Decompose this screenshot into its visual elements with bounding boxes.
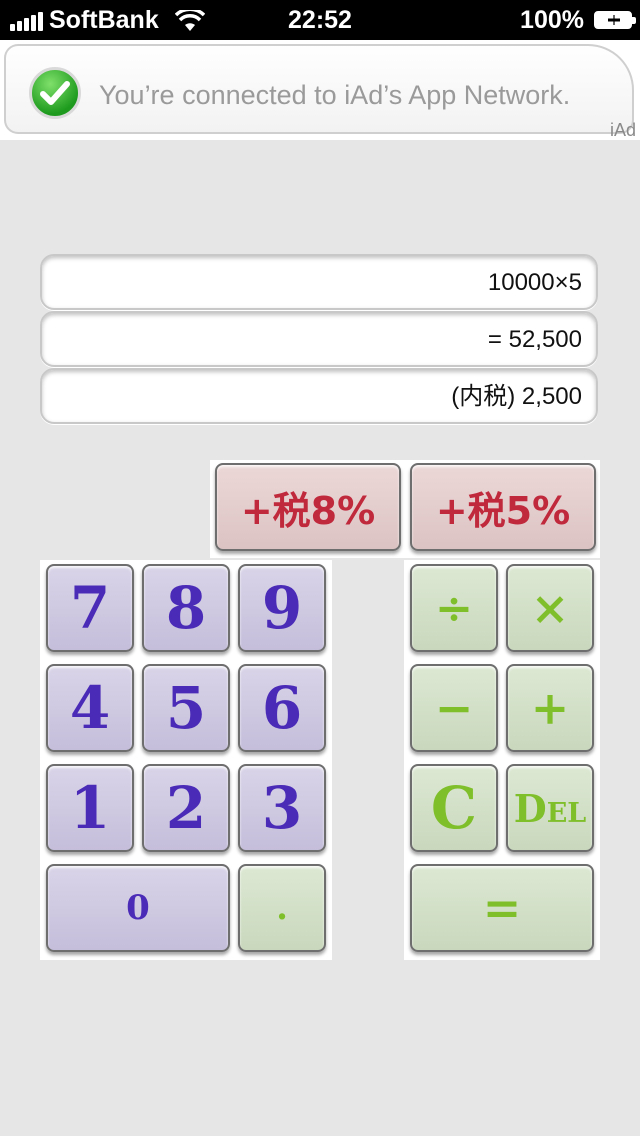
digit-0-button[interactable]: 0 <box>46 864 230 952</box>
digit-1-button[interactable]: 1 <box>46 764 134 852</box>
clear-button[interactable]: C <box>410 764 498 852</box>
battery-icon <box>594 11 636 29</box>
digit-7-button[interactable]: 7 <box>46 564 134 652</box>
digit-8-button[interactable]: 8 <box>142 564 230 652</box>
digit-6-button[interactable]: 6 <box>238 664 326 752</box>
divide-button[interactable]: ÷ <box>410 564 498 652</box>
ad-banner-body[interactable]: You’re connected to iAd’s App Network. <box>4 44 634 134</box>
digit-9-button[interactable]: 9 <box>238 564 326 652</box>
ad-banner[interactable]: You’re connected to iAd’s App Network. i… <box>0 40 640 140</box>
result-display: = 52,500 <box>40 311 598 367</box>
digit-2-button[interactable]: 2 <box>142 764 230 852</box>
digit-4-button[interactable]: 4 <box>46 664 134 752</box>
expression-display: 10000×5 <box>40 254 598 310</box>
decimal-point-button[interactable]: . <box>238 864 326 952</box>
digit-5-button[interactable]: 5 <box>142 664 230 752</box>
tax-included-display: (内税) 2,500 <box>40 368 598 424</box>
minus-button[interactable]: − <box>410 664 498 752</box>
ad-message: You’re connected to iAd’s App Network. <box>99 80 571 110</box>
add-tax-5-button[interactable]: +税5% <box>410 463 596 551</box>
status-bar: SoftBank 22:52 100% <box>0 0 640 40</box>
plus-button[interactable]: + <box>506 664 594 752</box>
multiply-button[interactable]: × <box>506 564 594 652</box>
checkmark-icon <box>29 67 81 119</box>
battery-percent: 100% <box>520 6 584 34</box>
delete-button[interactable]: Del <box>506 764 594 852</box>
add-tax-8-button[interactable]: +税8% <box>215 463 401 551</box>
equals-button[interactable]: = <box>410 864 594 952</box>
digit-3-button[interactable]: 3 <box>238 764 326 852</box>
iad-logo: iAd <box>609 120 636 140</box>
